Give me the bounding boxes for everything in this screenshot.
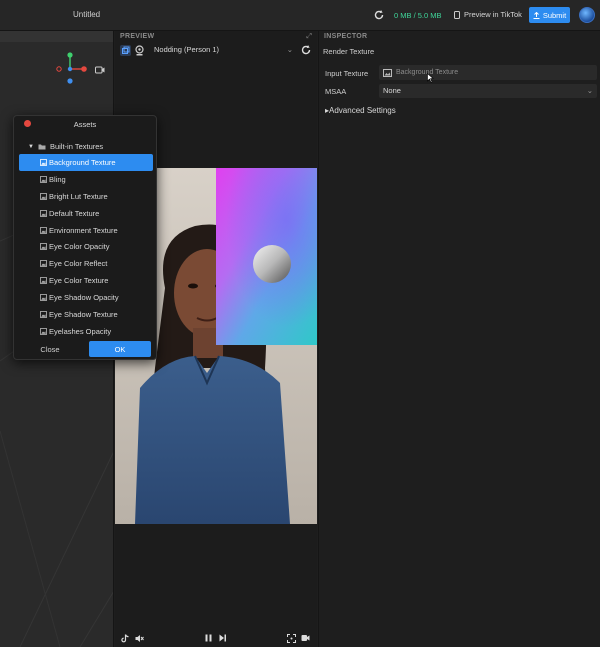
folder-built-in-textures[interactable]: ▼ Built-in Textures [28,142,103,151]
advanced-settings-label: Advanced Settings [329,106,396,115]
texture-icon [40,243,47,251]
layers-icon[interactable] [120,45,131,56]
focus-icon[interactable] [287,634,296,645]
step-forward-icon[interactable] [219,634,227,644]
asset-list-item-label: Default Texture [49,208,100,218]
texture-icon [40,294,47,302]
texture-icon [40,209,47,217]
asset-list-item-label: Environment Texture [49,225,118,235]
mouse-cursor-icon [427,73,434,83]
asset-list-item[interactable]: Eye Shadow Texture [19,306,153,323]
caret-down-icon: ▼ [28,143,34,150]
asset-list-item[interactable]: Bling [19,171,153,188]
chevron-down-icon: ⌄ [586,86,593,95]
record-icon[interactable] [301,634,310,644]
person-select[interactable]: Nodding (Person 1) ⌄ [150,44,295,56]
preview-controls [115,631,317,647]
asset-list-item[interactable]: Eye Color Texture [19,272,153,289]
texture-icon [40,328,47,335]
advanced-settings-toggle[interactable]: ▸Advanced Settings [325,106,396,115]
asset-list-item[interactable]: Eye Color Reflect [19,255,153,272]
texture-icon [40,175,47,183]
top-bar: Untitled 0 MB / 5.0 MB Preview in TikTok… [0,0,600,31]
axis-gizmo[interactable] [55,51,105,101]
input-texture-label: Input Texture [325,69,369,78]
assets-dialog: Assets ▼ Built-in Textures Background Te… [13,115,157,360]
folder-label: Built-in Textures [49,142,104,151]
pause-icon[interactable] [205,634,212,644]
asset-list-item[interactable]: Environment Texture [19,222,153,239]
preview-header: PREVIEW [120,33,155,40]
inspector-header: INSPECTOR [324,33,368,40]
asset-list-item[interactable]: Eyelashes Opacity [19,323,153,336]
reload-icon[interactable] [300,44,312,56]
asset-list-item[interactable]: Eye Color Opacity [19,238,153,255]
preview-in-tiktok-button[interactable]: Preview in TikTok [454,10,522,19]
submit-label: Submit [542,10,567,20]
memory-usage: 0 MB / 5.0 MB [394,11,442,20]
asset-list-item-label: Eye Color Reflect [49,259,108,269]
asset-list-item[interactable]: Default Texture [19,205,153,222]
texture-icon [40,311,47,318]
upload-icon [533,11,540,19]
assets-dialog-title: Assets [73,120,97,129]
asset-list-item[interactable]: Background Texture [19,154,153,171]
input-texture-field[interactable]: Background Texture [379,65,597,80]
person-select-value: Nodding (Person 1) [154,45,220,54]
pin-icon[interactable]: ⤢ [306,33,312,41]
avatar[interactable] [579,7,595,23]
texture-icon [383,68,392,77]
refresh-icon[interactable] [373,9,385,21]
asset-list-item-label: Eyelashes Opacity [49,326,112,336]
submit-button[interactable]: Submit [529,7,570,23]
ok-button[interactable]: OK [89,341,151,357]
asset-list: Background Texture Bling Bright Lut Textur… [19,154,153,336]
texture-icon [40,277,47,285]
asset-list-item-label: Bright Lut Texture [49,191,108,201]
tiktok-icon[interactable] [121,634,129,645]
inspector-panel: INSPECTOR Render Texture Input Texture B… [318,31,600,647]
asset-list-item[interactable]: Eye Shadow Opacity [19,289,153,306]
webcam-icon[interactable] [134,45,145,56]
texture-icon [40,226,47,234]
asset-list-item-label: Eye Shadow Opacity [49,293,119,303]
preview-in-tiktok-label: Preview in TikTok [464,10,522,19]
asset-list-item-label: Eye Color Opacity [49,242,110,252]
msaa-select[interactable]: None ⌄ [379,84,597,98]
asset-list-item[interactable]: Bright Lut Texture [19,188,153,205]
preview-toolbar: Nodding (Person 1) ⌄ [115,43,317,58]
project-title: Untitled [73,10,101,19]
chevron-down-icon: ⌄ [286,45,293,54]
close-button[interactable]: Close [19,341,81,357]
folder-icon [38,144,46,149]
texture-icon [40,159,47,166]
texture-icon [40,260,47,268]
camera-icon[interactable] [95,66,105,74]
asset-list-item-label: Eye Color Texture [49,276,109,286]
mute-icon[interactable] [135,634,144,645]
msaa-value: None [383,86,401,95]
msaa-label: MSAA [325,87,347,96]
phone-icon [454,10,460,19]
asset-list-item-label: Eye Shadow Texture [49,309,118,319]
asset-list-item-label: Background Texture [49,157,116,167]
texture-icon [40,192,47,200]
asset-list-item-label: Bling [49,174,66,184]
render-texture-title: Render Texture [323,47,375,56]
